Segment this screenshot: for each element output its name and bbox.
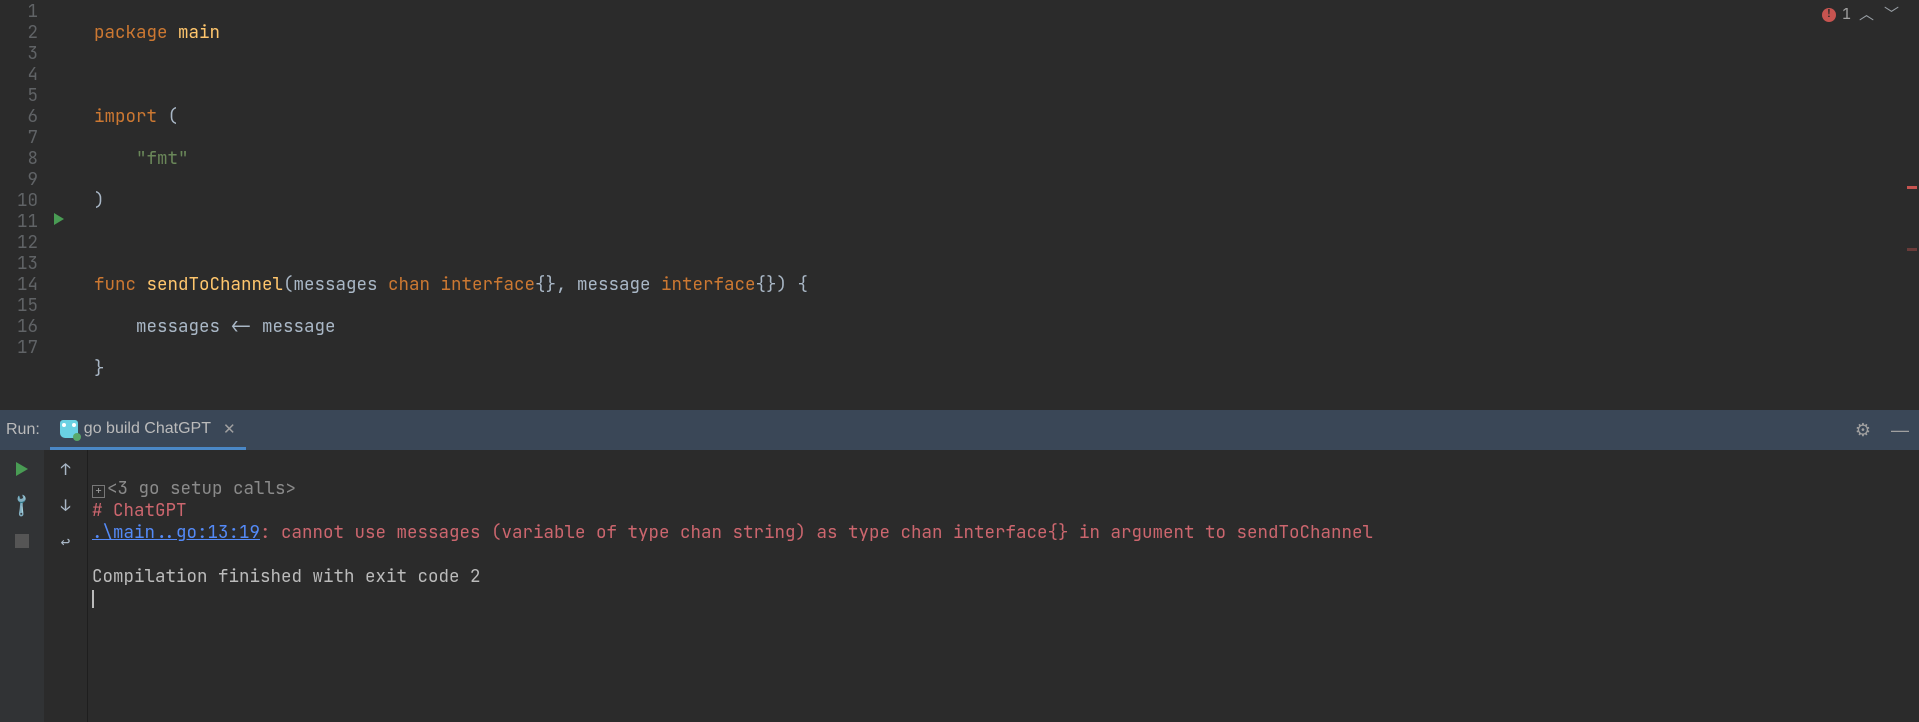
- error-file-link[interactable]: .\main..go:13:19: [92, 521, 260, 544]
- error-stripe-icon[interactable]: [1907, 186, 1917, 189]
- error-message: cannot use messages (variable of type ch…: [281, 521, 1373, 544]
- exit-code-line: Compilation finished with exit code 2: [92, 565, 481, 588]
- error-count: 1: [1842, 4, 1851, 25]
- console-caret: [92, 590, 94, 608]
- gear-icon[interactable]: ⚙: [1845, 420, 1881, 441]
- prev-error-icon[interactable]: ︿: [1857, 4, 1876, 25]
- run-gutter: [48, 0, 80, 410]
- code-area[interactable]: package main import ( "fmt" ) func sendT…: [80, 0, 1919, 410]
- fold-toggle-icon[interactable]: +: [92, 485, 105, 498]
- folded-region: <3 go setup calls>: [107, 477, 296, 500]
- next-error-icon[interactable]: ﹀: [1882, 4, 1901, 25]
- inspection-widget[interactable]: ! 1 ︿ ﹀: [1822, 4, 1901, 25]
- down-arrow-icon[interactable]: ↓: [57, 496, 75, 514]
- error-stripe-icon[interactable]: [1907, 248, 1917, 251]
- gopher-icon: [60, 420, 78, 438]
- kw-package: package: [94, 21, 168, 44]
- fn-sendtochannel: sendToChannel: [147, 273, 284, 296]
- run-line-marker-icon[interactable]: [54, 213, 64, 225]
- console-line: # ChatGPT: [92, 499, 187, 522]
- paren: ): [94, 189, 105, 212]
- line-number-gutter: 123456789 1011121314151617: [0, 0, 48, 410]
- wrench-icon[interactable]: 🔧: [9, 492, 34, 517]
- run-label: Run:: [0, 421, 50, 439]
- run-toolbar-primary: 🔧: [0, 450, 44, 722]
- run-toolwindow-body: 🔧 ↑ ↓ ↩ +<3 go setup calls> # ChatGPT .\…: [0, 450, 1919, 722]
- error-icon: !: [1822, 8, 1836, 22]
- run-toolwindow-header: Run: go build ChatGPT ✕ ⚙ —: [0, 410, 1919, 450]
- rerun-icon[interactable]: [13, 460, 31, 478]
- up-arrow-icon[interactable]: ↑: [57, 460, 75, 478]
- pkg-name: main: [178, 21, 220, 44]
- console-output[interactable]: +<3 go setup calls> # ChatGPT .\main..go…: [88, 450, 1919, 722]
- kw-func: func: [94, 273, 136, 296]
- fn-body: messages <- message: [94, 315, 336, 338]
- run-tab[interactable]: go build ChatGPT ✕: [50, 410, 246, 450]
- paren: (: [168, 105, 179, 128]
- soft-wrap-icon[interactable]: ↩: [57, 532, 75, 550]
- minimize-icon[interactable]: —: [1881, 420, 1919, 441]
- run-tab-label: go build ChatGPT: [84, 420, 211, 438]
- kw-import: import: [94, 105, 157, 128]
- ide-root: 123456789 1011121314151617 package main …: [0, 0, 1919, 722]
- close-tab-icon[interactable]: ✕: [217, 420, 236, 438]
- import-fmt: "fmt": [136, 147, 189, 170]
- editor-pane[interactable]: 123456789 1011121314151617 package main …: [0, 0, 1919, 410]
- stop-icon[interactable]: [13, 532, 31, 550]
- run-toolbar-secondary: ↑ ↓ ↩: [44, 450, 88, 722]
